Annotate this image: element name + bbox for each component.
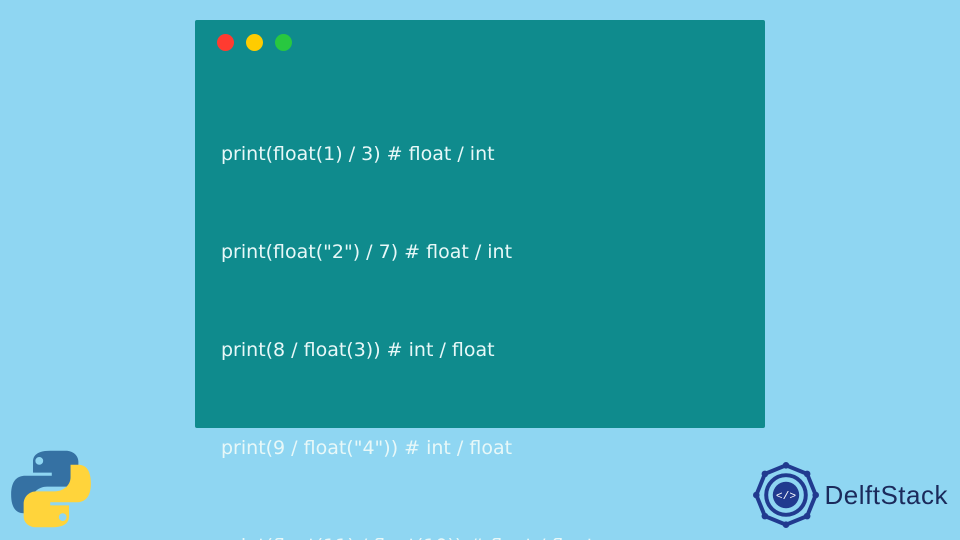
delftstack-logo: </> DelftStack <box>753 462 949 528</box>
maximize-icon <box>275 34 292 51</box>
code-body: print(float(1) / 3) # float / int print(… <box>195 61 765 540</box>
code-line: print(float(11) / float(10)) # float / f… <box>221 530 739 540</box>
code-line: print(float("2") / 7) # float / int <box>221 236 739 269</box>
svg-text:</>: </> <box>775 491 795 503</box>
code-line: print(9 / float("4")) # int / float <box>221 432 739 465</box>
python-logo-icon <box>8 446 94 532</box>
delftstack-brand-text: DelftStack <box>825 480 949 511</box>
code-line: print(float(1) / 3) # float / int <box>221 138 739 171</box>
window-titlebar <box>195 20 765 61</box>
code-window: print(float(1) / 3) # float / int print(… <box>195 20 765 428</box>
minimize-icon <box>246 34 263 51</box>
code-line: print(8 / float(3)) # int / float <box>221 334 739 367</box>
close-icon <box>217 34 234 51</box>
delftstack-badge-icon: </> <box>753 462 819 528</box>
